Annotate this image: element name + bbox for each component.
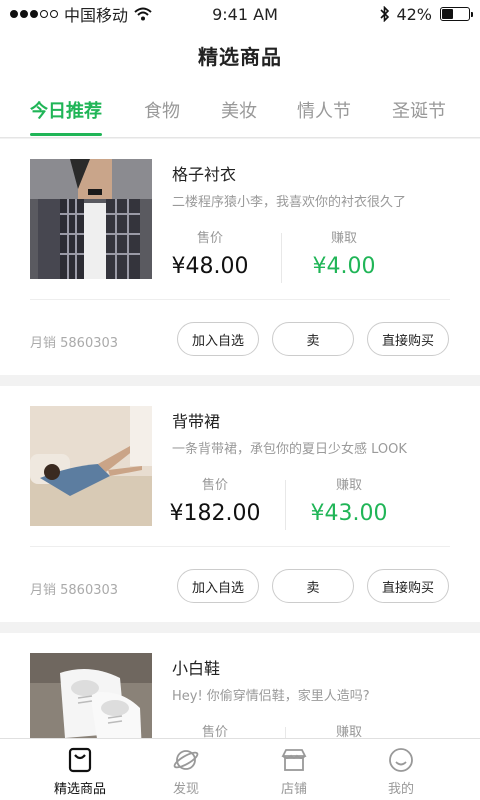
price-value: ¥48.00: [171, 254, 249, 279]
product-title: 背带裙: [172, 412, 221, 431]
divider: [30, 299, 450, 300]
product-image: [30, 159, 152, 279]
buy-now-button[interactable]: 直接购买: [367, 569, 449, 603]
battery-level: [442, 9, 453, 19]
earn-label: 赚取: [335, 725, 362, 738]
carrier-label: 中国移动: [64, 6, 129, 25]
add-to-watchlist-button[interactable]: 加入自选: [177, 569, 259, 603]
sell-button[interactable]: 卖: [272, 569, 354, 603]
product-description: 一条背带裙，承包你的夏日少女感 LOOK: [172, 442, 407, 457]
buy-now-button[interactable]: 直接购买: [367, 322, 449, 356]
active-tab-indicator: [30, 133, 102, 136]
bluetooth-icon: [380, 6, 390, 22]
wifi-icon: [134, 7, 152, 21]
product-description: Hey! 你偷穿情侣鞋，家里人造吗?: [172, 689, 370, 704]
category-tabs: 今日推荐 食物 美妆 情人节 圣诞节: [0, 82, 480, 138]
price-label: 售价: [196, 231, 223, 246]
divider: [285, 480, 286, 530]
status-left: 中国移动: [10, 2, 190, 26]
store-icon: [281, 749, 307, 771]
earn-value: ¥4.00: [312, 254, 376, 279]
divider: [30, 546, 450, 547]
product-card[interactable]: 格子衬衣 二楼程序猿小李，我喜欢你的衬衣很久了 售价 ¥48.00 赚取 ¥4.…: [0, 139, 480, 375]
product-description: 二楼程序猿小李，我喜欢你的衬衣很久了: [172, 195, 407, 210]
tab-makeup[interactable]: 美妆: [221, 82, 257, 138]
tab-today[interactable]: 今日推荐: [30, 82, 102, 138]
tabbar-label: 我的: [387, 782, 414, 797]
tab-food[interactable]: 食物: [144, 82, 180, 138]
tabbar-item-store[interactable]: 店铺: [234, 739, 354, 800]
bottom-tab-bar: 精选商品 发现 店铺 我的: [0, 738, 480, 800]
tab-valentines[interactable]: 情人节: [297, 82, 351, 138]
product-image: [30, 653, 152, 738]
price-value: ¥182.00: [169, 501, 261, 526]
earn-block: 赚取 ¥4.00: [289, 227, 399, 279]
tabbar-label: 精选商品: [53, 782, 106, 797]
earn-label: 赚取: [335, 478, 362, 493]
divider: [285, 727, 286, 738]
add-to-watchlist-button[interactable]: 加入自选: [177, 322, 259, 356]
price-block: 售价 ¥182.00: [160, 474, 270, 526]
earn-block: 赚取: [294, 721, 404, 738]
earn-block: 赚取 ¥43.00: [294, 474, 404, 526]
product-card[interactable]: 小白鞋 Hey! 你偷穿情侣鞋，家里人造吗? 售价 赚取: [0, 633, 480, 738]
smiley-icon: [389, 748, 413, 772]
signal-strength-icon: [10, 10, 58, 18]
product-image: [30, 406, 152, 526]
product-title: 格子衬衣: [172, 165, 237, 184]
battery-icon: [440, 7, 473, 21]
status-time: 9:41 AM: [212, 4, 278, 24]
tabbar-label: 店铺: [280, 782, 307, 797]
price-block: 售价: [160, 721, 270, 738]
monthly-sales: 月销 5860303: [30, 336, 119, 351]
battery-percent: 42%: [396, 4, 432, 24]
planet-icon: [173, 750, 199, 770]
earn-value: ¥43.00: [310, 501, 388, 526]
price-block: 售价 ¥48.00: [155, 227, 265, 279]
sell-button[interactable]: 卖: [272, 322, 354, 356]
product-title: 小白鞋: [172, 659, 221, 678]
product-card[interactable]: 背带裙 一条背带裙，承包你的夏日少女感 LOOK 售价 ¥182.00 赚取 ¥…: [0, 386, 480, 622]
earn-label: 赚取: [330, 231, 357, 246]
divider: [281, 233, 282, 283]
tabbar-item-discover[interactable]: 发现: [126, 739, 246, 800]
status-right: 42%: [300, 4, 473, 24]
tabbar-label: 发现: [172, 782, 199, 797]
shopping-bag-icon: [68, 747, 92, 773]
status-bar: 中国移动 9:41 AM 42%: [0, 0, 480, 28]
page-title: 精选商品: [0, 28, 480, 82]
tabbar-item-featured[interactable]: 精选商品: [20, 739, 140, 800]
monthly-sales: 月销 5860303: [30, 583, 119, 598]
price-label: 售价: [201, 725, 228, 738]
tabbar-item-me[interactable]: 我的: [341, 739, 461, 800]
price-label: 售价: [201, 478, 228, 493]
tab-christmas[interactable]: 圣诞节: [392, 82, 446, 138]
